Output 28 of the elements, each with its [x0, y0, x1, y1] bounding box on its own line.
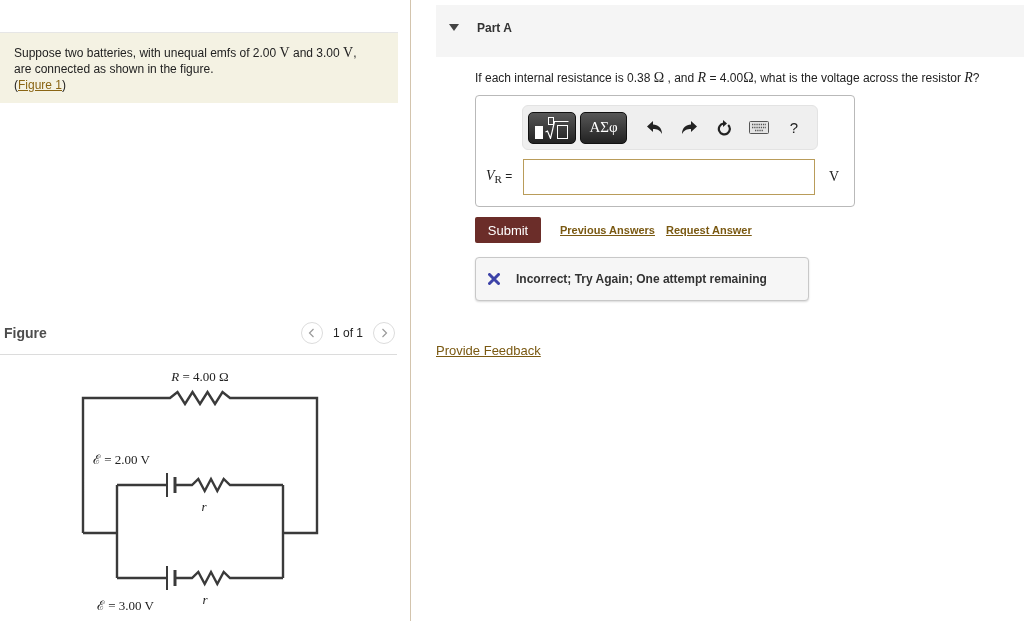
undo-icon[interactable] [646, 121, 662, 134]
feedback-link[interactable]: Provide Feedback [436, 343, 541, 359]
circuit-label: ℰ = 2.00 V [93, 453, 150, 467]
page-indicator: 1 of 1 [332, 326, 363, 340]
circuit-label: R = 4.00 Ω [171, 370, 229, 384]
root-template-icon [535, 116, 569, 139]
feedback-message: Incorrect; Try Again; One attempt remaining [516, 272, 767, 286]
unit-label: V [829, 169, 840, 185]
circuit-label: r [202, 593, 208, 607]
action-link[interactable]: Previous Answers [560, 224, 655, 236]
help-button[interactable]: ? [789, 119, 799, 136]
template-button[interactable] [528, 111, 576, 144]
problem-text: Suppose two batteries, with unequal emfs of 2.00 V and 3.00 V, are connected as shown in the figure. (Figure 1) [14, 45, 358, 93]
circuit-label: ℰ = 3.00 V [97, 599, 154, 613]
answer-label: V$_{R}$ = [486, 168, 514, 186]
figure-link[interactable]: Figure 1 [18, 78, 63, 92]
symbols-button[interactable]: ΑΣφ [580, 111, 627, 144]
answer-input[interactable] [523, 159, 815, 195]
action-link[interactable]: Request Answer [665, 224, 752, 236]
keyboard-icon[interactable] [749, 121, 769, 134]
submit-button[interactable]: Submit [475, 217, 541, 243]
part-title: Part A [477, 20, 512, 36]
question-text: If each internal resistance is 0.38 Ω , and R = 4.00Ω, what is the voltage across the resistor R? [475, 70, 980, 86]
reset-icon[interactable] [716, 119, 732, 136]
circuit-label: r [201, 500, 207, 514]
caret-down-icon[interactable] [449, 24, 459, 31]
figure-title: Figure [4, 325, 47, 341]
redo-icon[interactable] [681, 121, 697, 134]
